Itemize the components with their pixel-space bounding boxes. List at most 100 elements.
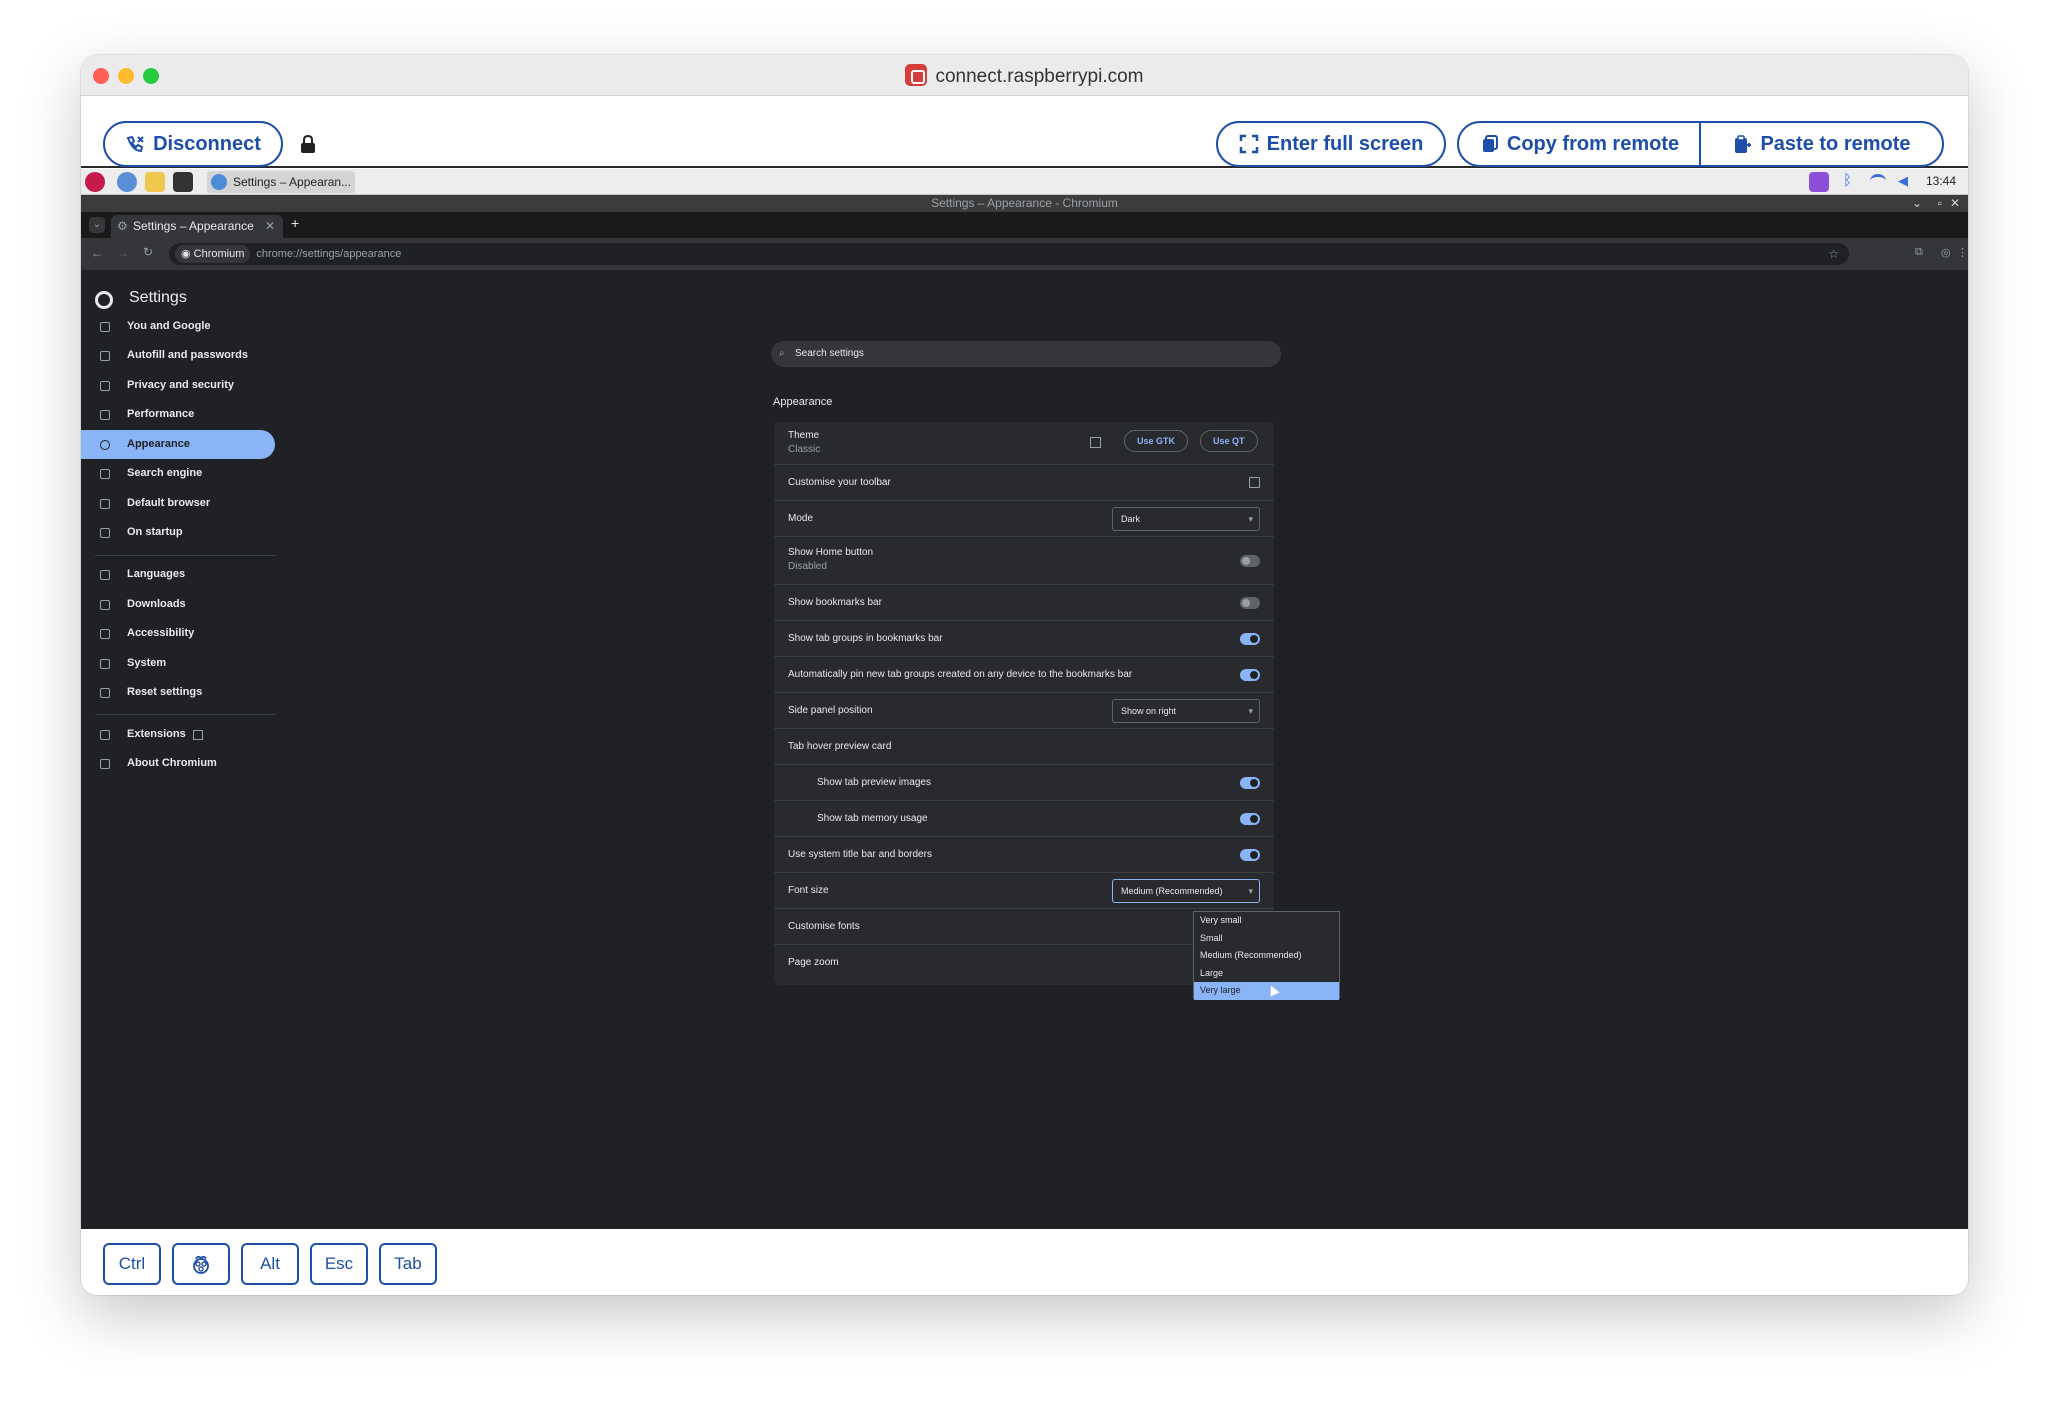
- nav-divider: [95, 714, 275, 715]
- system-title-bar-toggle[interactable]: [1240, 849, 1260, 861]
- preview-images-label: Show tab preview images: [817, 777, 931, 788]
- nav-label: You and Google: [127, 320, 211, 332]
- nav-label: System: [127, 657, 167, 669]
- nav-autofill[interactable]: Autofill and passwords: [81, 341, 275, 370]
- home-button-toggle[interactable]: [1240, 555, 1260, 567]
- font-option-very-large[interactable]: Very large: [1194, 982, 1339, 1000]
- nav-default-browser[interactable]: Default browser: [81, 489, 275, 518]
- side-panel-select[interactable]: Show on right: [1112, 699, 1260, 723]
- font-size-dropdown-list: Very small Small Medium (Recommended) La…: [1193, 911, 1340, 1000]
- row-customise-toolbar[interactable]: Customise your toolbar: [774, 464, 1274, 500]
- titlebar-label: Use system title bar and borders: [788, 849, 932, 860]
- use-gtk-button[interactable]: Use GTK: [1124, 430, 1189, 452]
- nav-accessibility[interactable]: Accessibility: [81, 619, 275, 648]
- bluetooth-icon[interactable]: ᛒ: [1843, 172, 1852, 189]
- remote-desktop[interactable]: Settings – Appearan... ᛒ ◀ 13:44 Setting…: [81, 169, 1968, 1229]
- person-icon: [100, 322, 110, 332]
- row-memory-usage[interactable]: Show tab memory usage: [774, 800, 1274, 836]
- external-link-icon[interactable]: [1090, 437, 1101, 448]
- bookmark-star-icon[interactable]: ☆: [1828, 243, 1839, 265]
- reload-icon[interactable]: ↻: [143, 245, 153, 259]
- nav-divider: [95, 555, 275, 556]
- font-option-large[interactable]: Large: [1194, 965, 1339, 983]
- bookmarks-label: Show bookmarks bar: [788, 597, 882, 608]
- tab-key-button[interactable]: Tab: [379, 1243, 437, 1285]
- key-icon: [100, 351, 110, 361]
- esc-key-button[interactable]: Esc: [310, 1243, 368, 1285]
- site-name: connect.raspberrypi.com: [935, 66, 1144, 87]
- row-tab-groups[interactable]: Show tab groups in bookmarks bar: [774, 620, 1274, 656]
- row-auto-pin[interactable]: Automatically pin new tab groups created…: [774, 656, 1274, 692]
- terminal-icon[interactable]: [173, 172, 193, 192]
- nav-appearance[interactable]: Appearance: [81, 430, 275, 459]
- memory-usage-toggle[interactable]: [1240, 813, 1260, 825]
- nav-you-and-google[interactable]: You and Google: [81, 312, 275, 341]
- back-icon[interactable]: ←: [91, 246, 103, 260]
- window-title: connect.raspberrypi.com: [81, 64, 1968, 88]
- tab-groups-toggle[interactable]: [1240, 633, 1260, 645]
- external-link-icon: [193, 730, 203, 740]
- nav-on-startup[interactable]: On startup: [81, 518, 275, 547]
- nav-search-engine[interactable]: Search engine: [81, 459, 275, 488]
- taskbar-task-settings[interactable]: Settings – Appearan...: [207, 171, 355, 193]
- hover-label: Tab hover preview card: [788, 741, 892, 752]
- connect-tray-icon[interactable]: [1809, 172, 1829, 192]
- nav-downloads[interactable]: Downloads: [81, 590, 275, 619]
- task-label: Settings – Appearan...: [233, 175, 352, 189]
- font-option-very-small[interactable]: Very small: [1194, 912, 1339, 930]
- nav-performance[interactable]: Performance: [81, 400, 275, 429]
- nav-reset-settings[interactable]: Reset settings: [81, 678, 275, 707]
- nav-languages[interactable]: Languages: [81, 560, 275, 589]
- disconnect-button[interactable]: Disconnect: [103, 121, 283, 167]
- tab-search-icon[interactable]: ⌄: [89, 217, 105, 233]
- tab-settings-appearance[interactable]: ⚙ Settings – Appearance ✕: [111, 215, 283, 238]
- font-option-small[interactable]: Small: [1194, 930, 1339, 948]
- translate-icon: [100, 570, 110, 580]
- nav-system[interactable]: System: [81, 649, 275, 678]
- wifi-icon[interactable]: [1870, 174, 1886, 188]
- extensions-icon[interactable]: ⧉: [1915, 246, 1923, 259]
- close-tab-icon[interactable]: ✕: [265, 215, 275, 238]
- minimize-icon[interactable]: ⌄: [1912, 195, 1922, 212]
- font-size-label: Font size: [788, 885, 829, 896]
- row-preview-images[interactable]: Show tab preview images: [774, 764, 1274, 800]
- maximize-icon[interactable]: ▫: [1938, 195, 1942, 212]
- search-icon: [100, 469, 110, 479]
- paste-to-remote-button[interactable]: Paste to remote: [1699, 121, 1944, 167]
- auto-pin-toggle[interactable]: [1240, 669, 1260, 681]
- use-qt-button[interactable]: Use QT: [1200, 430, 1258, 452]
- font-size-select[interactable]: Medium (Recommended): [1112, 879, 1260, 903]
- nav-about-chromium[interactable]: About Chromium: [81, 749, 275, 778]
- preview-images-toggle[interactable]: [1240, 777, 1260, 789]
- profile-icon[interactable]: ◎: [1941, 246, 1951, 259]
- row-bookmarks-bar[interactable]: Show bookmarks bar: [774, 584, 1274, 620]
- volume-icon[interactable]: ◀: [1898, 173, 1908, 189]
- file-manager-icon[interactable]: [145, 172, 165, 192]
- omnibox[interactable]: ◉ Chromium chrome://settings/appearance ☆: [169, 243, 1849, 265]
- speedometer-icon: [100, 410, 110, 420]
- copy-label: Copy from remote: [1506, 132, 1680, 155]
- raspberry-key-button[interactable]: [172, 1243, 230, 1285]
- gear-icon: ⚙: [117, 219, 128, 233]
- nav-extensions[interactable]: Extensions: [81, 720, 275, 749]
- bookmarks-bar-toggle[interactable]: [1240, 597, 1260, 609]
- settings-search-input[interactable]: ⌕ Search settings: [771, 341, 1281, 367]
- row-show-home-button[interactable]: Show Home button Disabled: [774, 536, 1274, 584]
- alt-key-button[interactable]: Alt: [241, 1243, 299, 1285]
- enter-fullscreen-button[interactable]: Enter full screen: [1216, 121, 1446, 167]
- menu-icon[interactable]: ⋮: [1957, 246, 1968, 259]
- raspberry-menu-icon[interactable]: [85, 172, 105, 192]
- row-system-title-bar[interactable]: Use system title bar and borders: [774, 836, 1274, 872]
- font-option-medium[interactable]: Medium (Recommended): [1194, 947, 1339, 965]
- nav-privacy[interactable]: Privacy and security: [81, 371, 275, 400]
- toolbar-label: Customise your toolbar: [788, 477, 891, 488]
- site-chip[interactable]: ◉ Chromium: [175, 245, 251, 263]
- web-browser-icon[interactable]: [117, 172, 137, 192]
- mode-select[interactable]: Dark: [1112, 507, 1260, 531]
- copy-from-remote-button[interactable]: Copy from remote: [1457, 121, 1701, 167]
- new-tab-icon[interactable]: +: [291, 215, 299, 231]
- close-icon[interactable]: ✕: [1950, 195, 1960, 212]
- ctrl-key-button[interactable]: Ctrl: [103, 1243, 161, 1285]
- power-icon: [100, 528, 110, 538]
- forward-icon[interactable]: →: [117, 246, 129, 260]
